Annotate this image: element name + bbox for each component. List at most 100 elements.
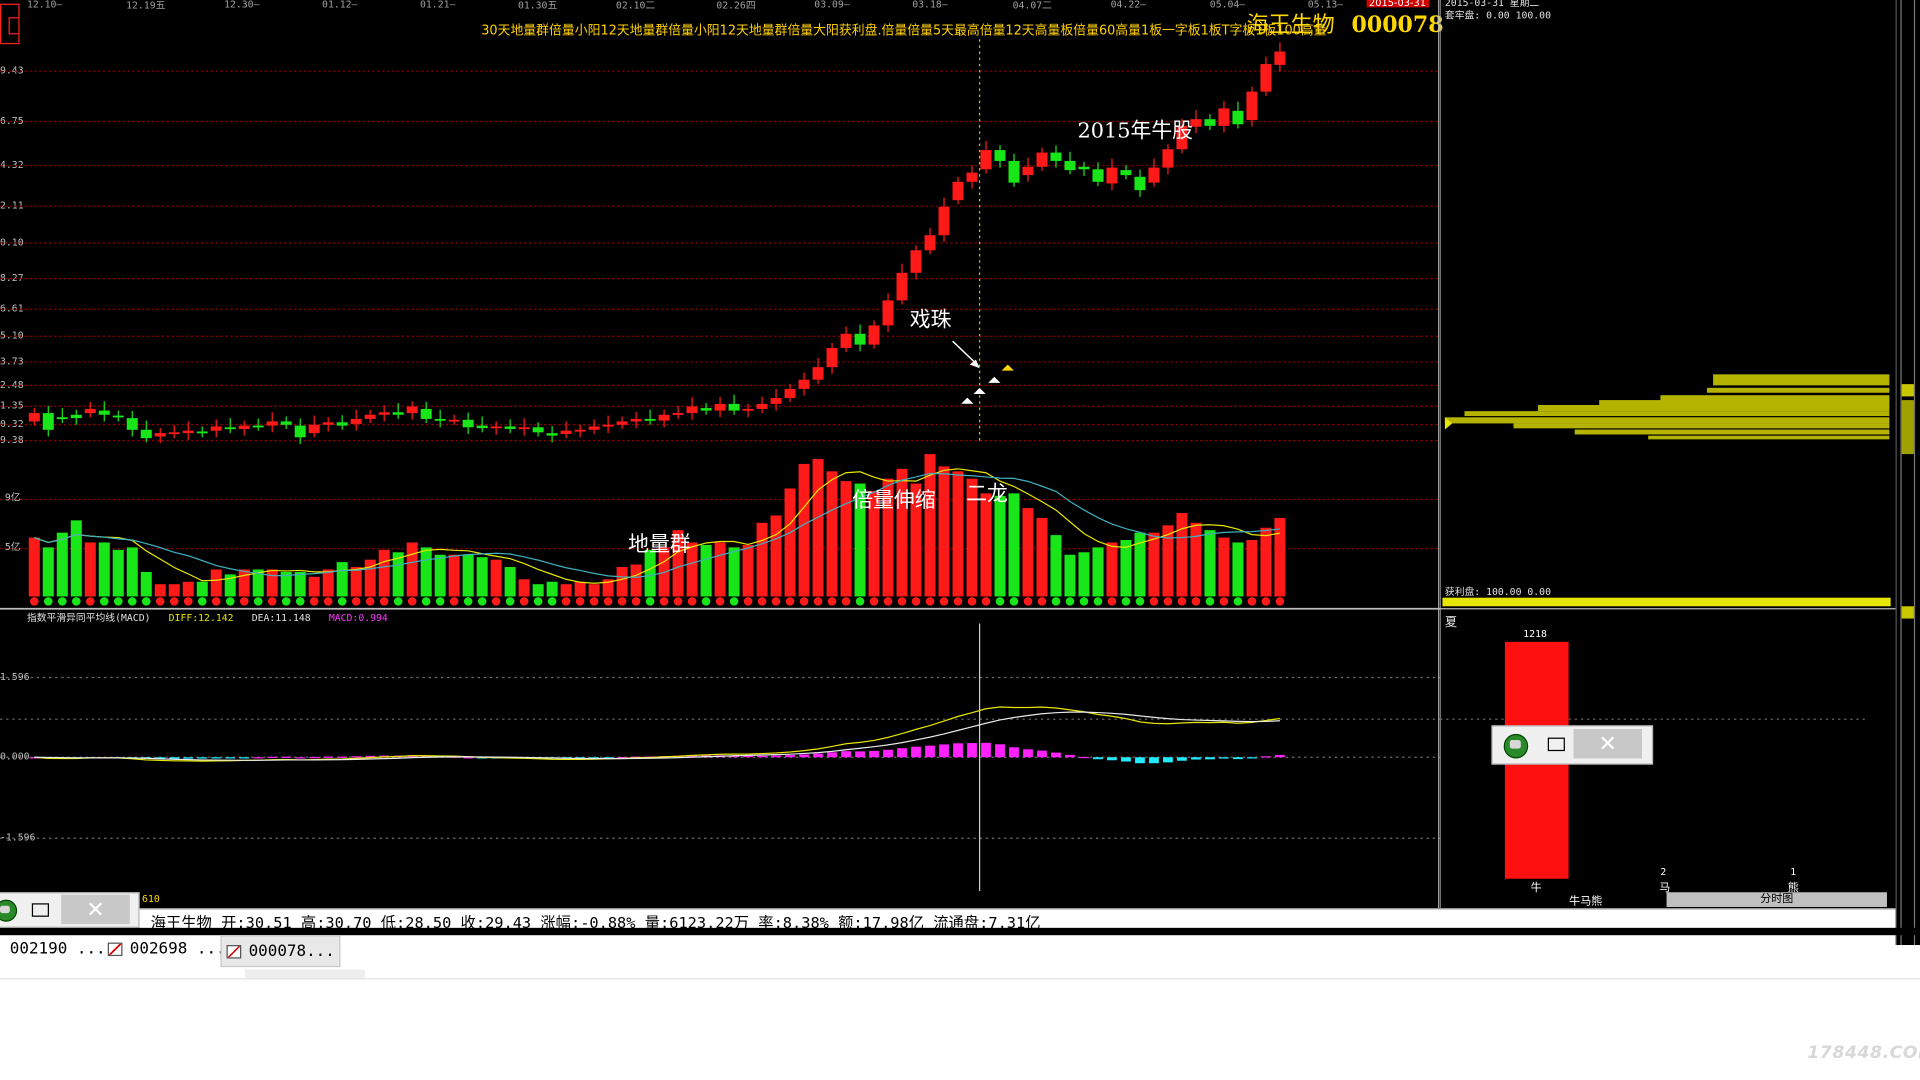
candle-body [140, 429, 152, 439]
tab-niumaxiong[interactable]: 牛马熊 [1506, 892, 1665, 908]
volume-bar [1176, 513, 1188, 597]
scroll-marker-2[interactable] [1901, 400, 1914, 455]
candle-body [1134, 176, 1146, 191]
tab-002698[interactable]: 002698 ... [103, 935, 231, 962]
float-close-button[interactable]: ✕ [1573, 729, 1643, 759]
macd-bar [799, 754, 809, 758]
candle-body [966, 172, 978, 182]
macd-bar [995, 744, 1005, 758]
macd-bar [1037, 750, 1047, 758]
candle-body [896, 272, 908, 301]
tab-000078[interactable]: 000078... [220, 935, 341, 968]
macd-bar [827, 752, 837, 758]
candle-body [770, 398, 782, 404]
chip-xia: 夏 [1444, 616, 1458, 630]
annotation-erlong: 二龙 [966, 482, 1008, 507]
signal-marker [961, 397, 974, 404]
volume-bar [532, 584, 544, 597]
volume-dot [99, 597, 109, 606]
left-float-window[interactable]: ✕ [0, 892, 140, 928]
tab-002190[interactable]: 002190 ... [5, 935, 111, 962]
float-maximize-button[interactable] [1542, 730, 1571, 757]
volume-label-mid: 5亿 [4, 541, 21, 553]
volume-dot [869, 597, 879, 606]
robot-icon[interactable] [1503, 733, 1529, 759]
volume-dot [533, 597, 543, 606]
volume-bar [462, 554, 474, 597]
volume-dot [1135, 597, 1145, 606]
candle-body [868, 325, 880, 345]
scroll-marker-3[interactable] [1901, 606, 1914, 619]
scroll-marker-1[interactable] [1901, 384, 1914, 397]
volume-bar [798, 463, 810, 597]
candle-body [280, 421, 292, 425]
candle-body [518, 427, 530, 430]
volume-dot [295, 597, 305, 606]
macd-bar [1093, 757, 1103, 760]
candle-body [700, 408, 712, 411]
tab-fenshi[interactable]: 分时图 [1666, 892, 1887, 907]
volume-bar [476, 557, 488, 597]
candle-body [882, 300, 894, 326]
candle-body [938, 206, 950, 236]
volume-bar [784, 488, 796, 597]
macd-title: 指数平滑异同平均线(MACD) [26, 612, 151, 624]
volume-bar [742, 544, 754, 597]
volume-dot [897, 597, 907, 606]
macd-bar [771, 755, 781, 758]
volume-bar [504, 567, 516, 597]
left-close-button[interactable]: ✕ [61, 894, 130, 925]
volume-dot [771, 597, 781, 606]
macd-bar [813, 753, 823, 758]
candle-body [266, 421, 278, 426]
float-window[interactable]: ✕ [1491, 725, 1654, 765]
volume-dot [253, 597, 263, 606]
volume-dot [1093, 597, 1103, 606]
volume-dot [631, 597, 641, 606]
volume-dot [981, 597, 991, 606]
left-maximize-button[interactable] [27, 897, 54, 922]
volume-dot [309, 597, 319, 606]
macd-bar [785, 755, 795, 758]
volume-bar [1204, 530, 1216, 597]
volume-bar [84, 542, 96, 597]
volume-bar [1246, 540, 1258, 597]
candle-body [728, 403, 740, 411]
macd-bar [1191, 757, 1201, 760]
candle-body [210, 426, 222, 431]
candle-body [1232, 110, 1244, 125]
candle-body [714, 403, 726, 411]
volume-dot [351, 597, 361, 606]
right-scrollbar[interactable] [1895, 0, 1920, 946]
candle-body [294, 425, 306, 438]
main-chart[interactable] [0, 0, 1441, 909]
chart-tab-icon [107, 941, 123, 956]
candle-body [350, 418, 362, 424]
candle-body [1204, 119, 1216, 126]
volume-bar [112, 549, 124, 597]
chip-bar [1464, 411, 1890, 417]
robot-icon-left[interactable] [0, 899, 18, 922]
volume-dot [967, 597, 977, 606]
candle-body [1274, 51, 1286, 65]
volume-bar [336, 562, 348, 597]
volume-dot [183, 597, 193, 606]
macd-bar [211, 757, 222, 759]
candle-body [980, 150, 992, 170]
status-bar: 610 海王生物 开:30.51 高:30.70 低:28.50 收:29.43… [0, 893, 1896, 932]
volume-bar [812, 459, 824, 597]
macd-label-zero: 0.000 [0, 751, 30, 763]
volume-dot [1009, 597, 1019, 606]
volume-bar [994, 495, 1006, 597]
volume-dot [841, 597, 851, 606]
volume-bar [266, 569, 278, 597]
candle-body [196, 431, 208, 434]
candle-body [182, 430, 194, 434]
volume-dot [1037, 597, 1047, 606]
candle-body [84, 408, 96, 414]
candle-body [476, 425, 488, 429]
macd-bar [1023, 749, 1033, 758]
candle-body [406, 406, 418, 414]
candle-body [798, 379, 810, 389]
volume-bar [518, 579, 530, 597]
